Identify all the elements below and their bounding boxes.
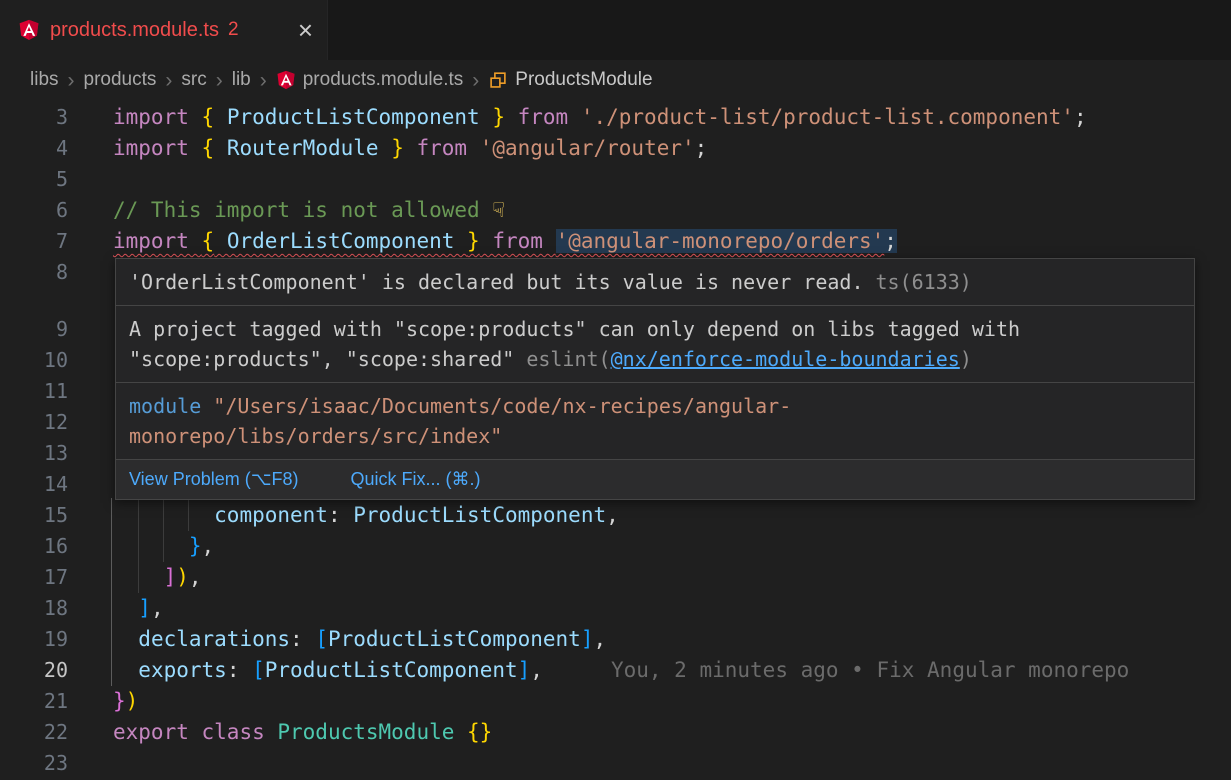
module-path-block: module "/Users/isaac/Documents/code/nx-r…	[116, 383, 1194, 460]
editor[interactable]: 3 import { ProductListComponent } from '.…	[0, 100, 1231, 780]
line-number: 11	[0, 376, 68, 407]
tab-label: products.module.ts	[50, 19, 219, 42]
code-line-6[interactable]: 6 // This import is not allowed ☟	[0, 195, 1231, 226]
line-number: 16	[0, 531, 68, 562]
hover-status-bar: View Problem (⌥F8) Quick Fix... (⌘.)	[116, 460, 1194, 499]
module-path: "/Users/isaac/Documents/code/nx-recipes/…	[129, 394, 791, 448]
line-content: })	[113, 686, 138, 717]
line-number: 23	[0, 748, 68, 779]
line-content: ]),	[113, 562, 202, 593]
angular-icon	[276, 70, 296, 90]
line-number: 18	[0, 593, 68, 624]
code-line-3[interactable]: 3 import { ProductListComponent } from '.…	[0, 102, 1231, 133]
code-line-23[interactable]: 23	[0, 748, 1231, 779]
breadcrumb: libs › products › src › lib › products.m…	[0, 60, 1231, 100]
line-content: import { ProductListComponent } from './…	[113, 102, 1087, 133]
chevron-right-icon: ›	[165, 70, 172, 91]
code-line-15[interactable]: 15 component: ProductListComponent,	[0, 500, 1231, 531]
breadcrumb-item-src[interactable]: src	[181, 69, 206, 91]
eslint-rule-link[interactable]: @nx/enforce-module-boundaries	[611, 347, 960, 371]
ts-diagnostic-source: ts(6133)	[876, 270, 972, 294]
line-number: 15	[0, 500, 68, 531]
ts-diagnostic-row: 'OrderListComponent' is declared but its…	[116, 259, 1194, 306]
line-number: 4	[0, 133, 68, 164]
ts-diagnostic-message: 'OrderListComponent' is declared but its…	[129, 270, 864, 294]
line-content: // This import is not allowed ☟	[113, 195, 505, 226]
eslint-source-suffix: )	[960, 347, 972, 371]
line-number: 17	[0, 562, 68, 593]
quick-fix-action[interactable]: Quick Fix... (⌘.)	[350, 469, 480, 490]
line-content: export class ProductsModule {}	[113, 717, 492, 748]
eslint-source-prefix: eslint(	[526, 347, 610, 371]
view-problem-action[interactable]: View Problem (⌥F8)	[129, 469, 298, 490]
line-number: 9	[0, 314, 68, 345]
line-content: exports: [ProductListComponent],You, 2 m…	[113, 655, 1129, 686]
close-icon[interactable]: ×	[298, 17, 313, 43]
code-line-19[interactable]: 19 declarations: [ProductListComponent],	[0, 624, 1231, 655]
line-number: 14	[0, 469, 68, 500]
line-number: 5	[0, 164, 68, 195]
line-content: import { RouterModule } from '@angular/r…	[113, 133, 707, 164]
line-number: 22	[0, 717, 68, 748]
symbol-class-icon	[488, 70, 508, 90]
line-number: 12	[0, 407, 68, 438]
code-line-16[interactable]: 16 },	[0, 531, 1231, 562]
breadcrumb-item-file[interactable]: products.module.ts	[276, 69, 464, 91]
code-line-22[interactable]: 22 export class ProductsModule {}	[0, 717, 1231, 748]
line-number: 3	[0, 102, 68, 133]
line-content: ],	[113, 593, 164, 624]
breadcrumb-item-libs[interactable]: libs	[30, 69, 59, 91]
line-number: 6	[0, 195, 68, 226]
code-line-5[interactable]: 5	[0, 164, 1231, 195]
module-keyword: module	[129, 394, 201, 418]
eslint-diagnostic-row: A project tagged with "scope:products" c…	[116, 306, 1194, 383]
code-line-4[interactable]: 4 import { RouterModule } from '@angular/…	[0, 133, 1231, 164]
line-number: 8	[0, 257, 68, 288]
line-number: 19	[0, 624, 68, 655]
code-line-18[interactable]: 18 ],	[0, 593, 1231, 624]
tab-products-module[interactable]: products.module.ts 2 ×	[0, 0, 328, 60]
breadcrumb-item-products[interactable]: products	[84, 69, 157, 91]
line-content: declarations: [ProductListComponent],	[113, 624, 606, 655]
line-number: 20	[0, 655, 68, 686]
line-number: 21	[0, 686, 68, 717]
chevron-right-icon: ›	[216, 70, 223, 91]
line-content: },	[113, 531, 214, 562]
angular-icon	[18, 19, 40, 41]
hover-popup: 'OrderListComponent' is declared but its…	[115, 258, 1195, 500]
code-line-7[interactable]: 7 import { OrderListComponent } from '@an…	[0, 226, 1231, 257]
code-line-17[interactable]: 17 ]),	[0, 562, 1231, 593]
tab-problems-badge: 2	[228, 19, 239, 41]
vscode-window: products.module.ts 2 × libs › products ›…	[0, 0, 1231, 780]
tab-bar: products.module.ts 2 ×	[0, 0, 1231, 60]
line-content: import { OrderListComponent } from '@ang…	[113, 226, 897, 257]
breadcrumb-file-label: products.module.ts	[303, 69, 464, 91]
line-number: 10	[0, 345, 68, 376]
line-number: 7	[0, 226, 68, 257]
breadcrumb-symbol-label: ProductsModule	[515, 69, 652, 91]
code-line-20[interactable]: 20 exports: [ProductListComponent],You, …	[0, 655, 1231, 686]
chevron-right-icon: ›	[472, 70, 479, 91]
breadcrumb-item-products-module-symbol[interactable]: ProductsModule	[488, 69, 652, 91]
chevron-right-icon: ›	[260, 70, 267, 91]
line-content: component: ProductListComponent,	[113, 500, 619, 531]
chevron-right-icon: ›	[68, 70, 75, 91]
breadcrumb-item-lib[interactable]: lib	[232, 69, 251, 91]
code-line-21[interactable]: 21})	[0, 686, 1231, 717]
git-blame-annotation: You, 2 minutes ago • Fix Angular monorep…	[611, 658, 1129, 682]
line-number: 13	[0, 438, 68, 469]
